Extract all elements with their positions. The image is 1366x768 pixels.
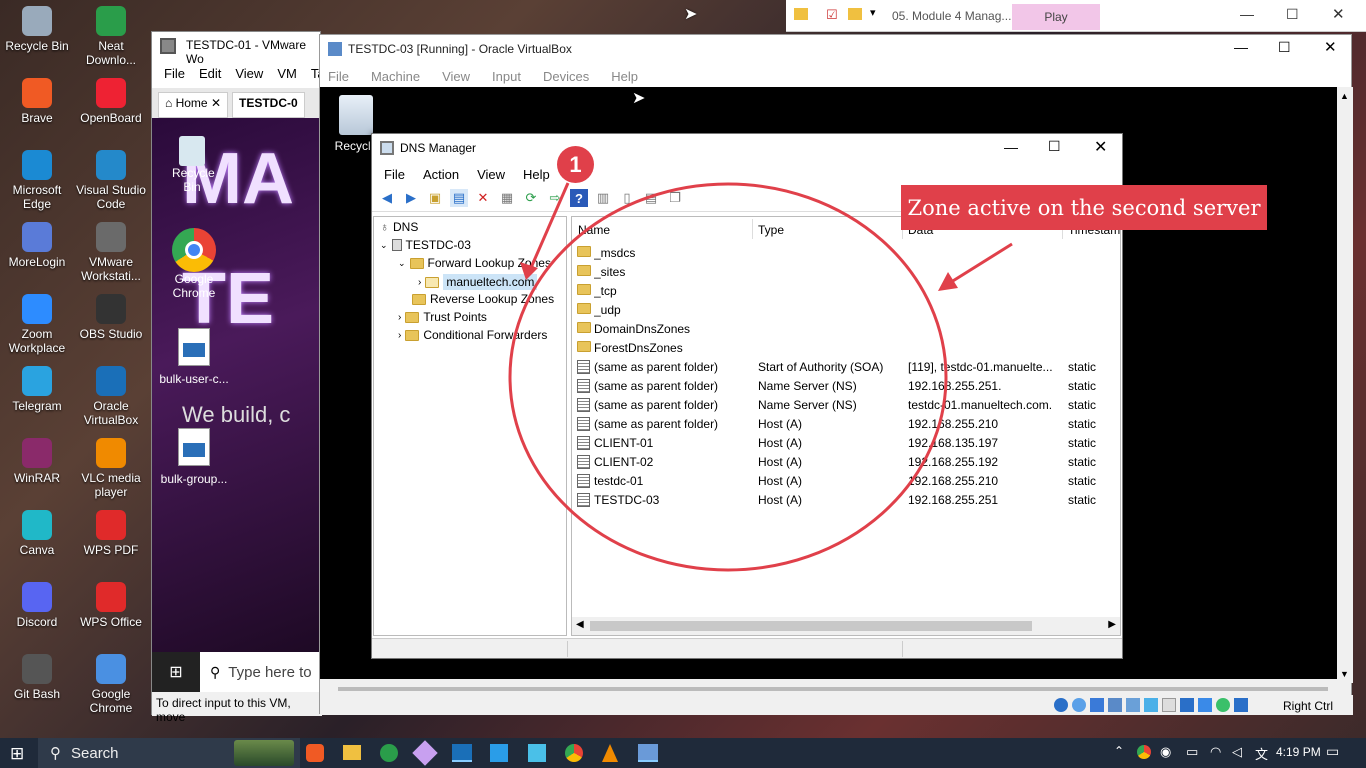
arrow-line-1 xyxy=(528,182,570,271)
annotation-layer xyxy=(508,182,1013,572)
battery-icon[interactable]: ▭ xyxy=(1186,744,1198,760)
notifications-icon[interactable]: ▭ xyxy=(1326,743,1339,760)
app-taskbar-icon[interactable] xyxy=(412,740,438,766)
wifi-icon[interactable]: ◠ xyxy=(1210,744,1221,760)
mouse-cursor-icon: ➤ xyxy=(632,90,646,107)
windows-start-icon[interactable]: ⊞ xyxy=(10,744,24,764)
vlc-taskbar-icon[interactable] xyxy=(602,744,618,762)
arrow-line-2 xyxy=(947,242,1013,286)
highlight-circle xyxy=(508,182,948,572)
chevron-up-icon[interactable]: ⌃ xyxy=(1114,744,1124,758)
calendar-taskbar-icon[interactable] xyxy=(528,744,546,762)
annotation-callout: Zone active on the second server xyxy=(901,185,1267,230)
brave-taskbar-icon[interactable] xyxy=(306,744,324,762)
file-explorer-icon[interactable] xyxy=(343,745,361,760)
widget-weather-icon[interactable] xyxy=(234,740,294,766)
arrow-head-1 xyxy=(520,262,538,280)
edge-taskbar-icon[interactable] xyxy=(380,744,398,762)
vscode-taskbar-icon[interactable] xyxy=(490,744,508,762)
taskbar: ⊞ ⚲ Search ⌃ ◉ ▭ ◠ ◁ 文 4:19 PM ▭ xyxy=(0,738,1366,768)
dns-taskbar-icon[interactable] xyxy=(638,744,658,762)
volume-icon[interactable]: ◁ xyxy=(1232,744,1242,760)
search-icon: ⚲ xyxy=(50,745,61,762)
chrome-tray-icon[interactable] xyxy=(1137,745,1151,759)
chrome-taskbar-icon[interactable] xyxy=(565,744,583,762)
arrow-head-2 xyxy=(938,272,958,291)
step-badge: 1 xyxy=(557,146,594,183)
search-placeholder: Search xyxy=(71,744,119,762)
clock[interactable]: 4:19 PM xyxy=(1276,745,1321,759)
virtualbox-taskbar-icon[interactable] xyxy=(452,744,472,762)
recording-tray-icon[interactable]: ◉ xyxy=(1160,744,1171,760)
mouse-cursor-icon: ➤ xyxy=(684,6,698,23)
language-icon[interactable]: 文 xyxy=(1255,744,1268,763)
